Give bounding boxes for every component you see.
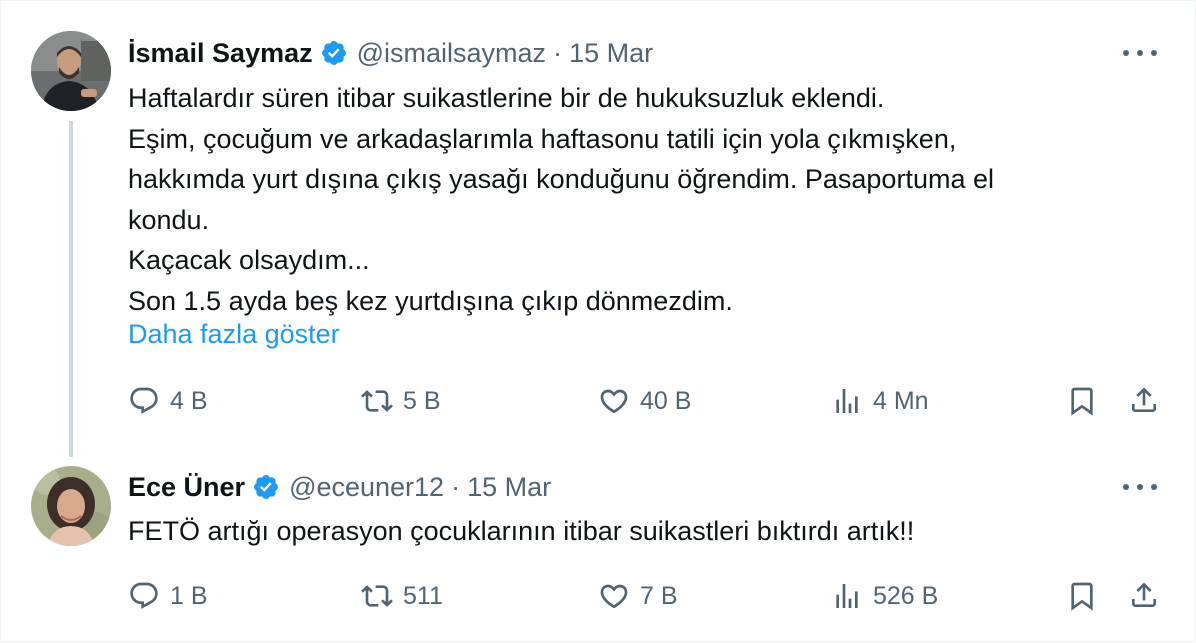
share-button[interactable] [1128, 579, 1160, 616]
tweet-text-line: Eşim, çocuğum ve arkadaşlarımla haftason… [128, 123, 957, 154]
bookmark-button[interactable] [1066, 580, 1098, 617]
separator: · [553, 37, 563, 68]
show-more-link[interactable]: Daha fazla göster [128, 319, 340, 350]
tweet-text-line: Kaçacak olsaydım... [128, 245, 370, 275]
bookmark-icon [1071, 387, 1093, 416]
like-count: 7 B [640, 581, 678, 610]
tweet-text: FETÖ artığı operasyon çocuklarının itiba… [128, 511, 1138, 552]
tweet-text: Haftalardır süren itibar suikastlerine b… [128, 78, 1138, 321]
more-icon[interactable] [1123, 473, 1157, 501]
verified-badge-icon [252, 473, 280, 501]
tweet-text-line: Haftalardır süren itibar suikastlerine b… [128, 83, 885, 113]
author-handle[interactable]: @eceuner12 [289, 472, 444, 503]
like-button[interactable]: 7 B [598, 580, 678, 612]
like-icon [600, 584, 628, 609]
views-icon [836, 389, 858, 413]
verified-badge-icon [320, 39, 348, 67]
tweet-ece-uner[interactable]: Ece Üner @eceuner12 · 15 Mar FETÖ artığı… [1, 453, 1196, 643]
tweet-date[interactable]: 15 Mar [569, 38, 653, 69]
share-icon [1132, 387, 1156, 412]
reply-button[interactable]: 1 B [128, 580, 208, 612]
repost-icon [361, 585, 393, 607]
views-button[interactable]: 4 Mn [831, 385, 929, 417]
avatar[interactable] [31, 466, 111, 546]
avatar[interactable] [31, 31, 111, 111]
avatar-photo [31, 466, 111, 546]
reply-icon [130, 387, 158, 414]
author-handle[interactable]: @ismailsaymaz [357, 38, 546, 69]
avatar-photo [31, 31, 111, 111]
views-count: 526 B [873, 581, 939, 610]
bookmark-button[interactable] [1066, 385, 1098, 422]
views-button[interactable]: 526 B [831, 580, 938, 612]
share-icon [1132, 582, 1156, 607]
share-button[interactable] [1128, 384, 1160, 421]
repost-button[interactable]: 5 B [361, 385, 441, 417]
reply-count: 1 B [170, 581, 208, 610]
like-count: 40 B [640, 386, 692, 415]
reply-count: 4 B [170, 386, 208, 415]
bookmark-icon [1071, 582, 1093, 611]
views-count: 4 Mn [873, 386, 929, 415]
separator: · [451, 471, 461, 502]
tweet-text-line: Son 1.5 ayda beş kez yurtdışına çıkıp dö… [128, 285, 733, 316]
tweet-text-line: hakkımda yurt dışına çıkış yasağı konduğ… [128, 164, 994, 194]
reply-icon [130, 582, 158, 609]
reply-button[interactable]: 4 B [128, 385, 208, 417]
like-button[interactable]: 40 B [598, 385, 691, 417]
more-icon[interactable] [1123, 39, 1157, 67]
author-name[interactable]: Ece Üner [128, 472, 245, 503]
repost-icon [361, 390, 393, 412]
timeline: İsmail Saymaz @ismailsaymaz · 15 Mar Haf… [0, 0, 1196, 642]
repost-button[interactable]: 511 [361, 580, 443, 612]
tweet-text-line: kondu. [128, 204, 210, 235]
tweet-ismail-saymaz[interactable]: İsmail Saymaz @ismailsaymaz · 15 Mar Haf… [1, 1, 1196, 453]
views-icon [836, 584, 858, 608]
tweet-header: Ece Üner @eceuner12 · 15 Mar [128, 467, 551, 507]
tweet-text-line: FETÖ artığı operasyon çocuklarının itiba… [128, 516, 915, 546]
tweet-header: İsmail Saymaz @ismailsaymaz · 15 Mar [128, 33, 653, 73]
repost-count: 5 B [403, 386, 441, 415]
repost-count: 511 [403, 581, 443, 610]
author-name[interactable]: İsmail Saymaz [128, 38, 313, 69]
tweet-date[interactable]: 15 Mar [467, 472, 551, 503]
like-icon [600, 389, 628, 414]
